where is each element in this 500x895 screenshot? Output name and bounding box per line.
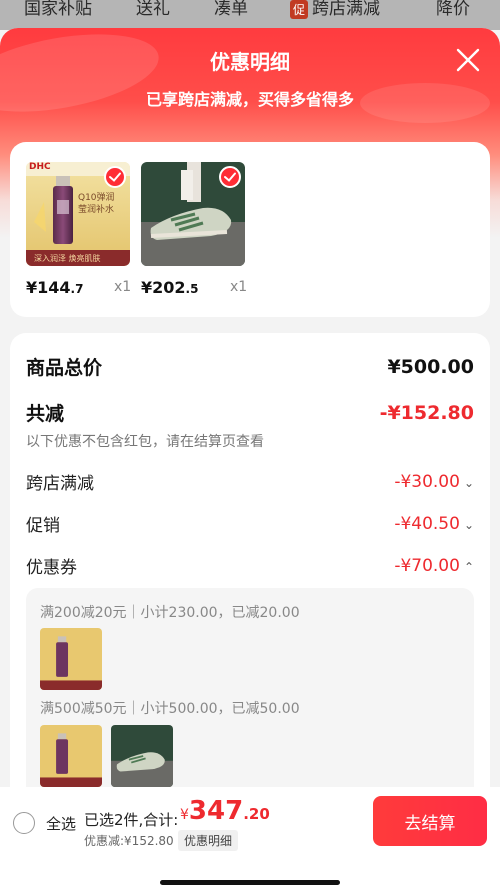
- select-all-label[interactable]: 全选: [46, 813, 76, 834]
- coupon-label: 优惠券: [26, 558, 77, 578]
- checkout-button[interactable]: 去结算: [373, 796, 487, 846]
- total-price-row: 商品总价 ¥500.00: [26, 353, 474, 380]
- coupon-row[interactable]: 优惠券 -¥70.00 ⌃: [26, 553, 474, 579]
- chevron-up-icon: ⌃: [463, 559, 474, 574]
- product-price: ¥144.7: [26, 278, 84, 297]
- skincare-mini-image: [40, 725, 102, 787]
- checked-icon[interactable]: [104, 166, 126, 188]
- category-gifts[interactable]: 送礼: [136, 0, 170, 19]
- pack-label: Q10弹润 莹润补水: [78, 193, 115, 215]
- chevron-down-icon: ⌄: [463, 475, 474, 490]
- pack-band-label: 深入润泽 焕亮肌肤: [34, 254, 101, 263]
- total-reduce-row: 共减 -¥152.80: [26, 399, 474, 426]
- total-amount: ¥347.20: [180, 796, 270, 826]
- discount-detail-sheet: 优惠明细 已享跨店满减，买得多省得多 DHC Q10弹润 莹润补水 深入润泽 焕…: [0, 28, 500, 895]
- category-strip: 国家补贴 送礼 凑单 促跨店满减 降价: [0, 0, 500, 30]
- coupon-rule-1: 满200减20元｜小计230.00，已减20.00: [40, 605, 300, 621]
- product-qty: x1: [114, 279, 132, 295]
- chevron-down-icon: ⌄: [463, 517, 474, 532]
- category-national-subsidy[interactable]: 国家补贴: [24, 0, 92, 19]
- category-make-up-order[interactable]: 凑单: [214, 0, 248, 19]
- promo-badge: 促: [290, 0, 309, 19]
- product-item[interactable]: ¥202.5 x1: [141, 162, 247, 297]
- coupon-value: -¥70.00 ⌃: [394, 555, 474, 576]
- skincare-product-image: DHC Q10弹润 莹润补水 深入润泽 焕亮肌肤: [26, 162, 130, 266]
- brand-label: DHC: [29, 162, 51, 172]
- category-price-drop[interactable]: 降价: [436, 0, 470, 19]
- discount-detail-link[interactable]: 优惠明细: [178, 830, 239, 851]
- total-price-label: 商品总价: [26, 357, 103, 379]
- cross-store-discount-value: -¥30.00 ⌄: [394, 471, 474, 492]
- promotion-row[interactable]: 促销 -¥40.50 ⌄: [26, 511, 474, 537]
- cross-store-discount-row[interactable]: 跨店满减 -¥30.00 ⌄: [26, 469, 474, 495]
- select-all-radio[interactable]: [13, 812, 35, 834]
- category-cross-store-label: 跨店满减: [312, 0, 381, 19]
- product-price: ¥202.5: [141, 278, 199, 297]
- product-item[interactable]: DHC Q10弹润 莹润补水 深入润泽 焕亮肌肤 ¥144.7 x1: [26, 162, 131, 297]
- price-summary-card: 商品总价 ¥500.00 共减 -¥152.80 以下优惠不包含红包，请在结算页…: [10, 333, 490, 853]
- coupon-rule-2: 满500减50元｜小计500.00，已减50.00: [40, 701, 300, 717]
- sneaker-mini-image: [111, 725, 173, 787]
- category-cross-store[interactable]: 促跨店满减: [290, 0, 380, 19]
- total-reduce-value: -¥152.80: [379, 401, 474, 424]
- skincare-mini-image: [40, 628, 102, 690]
- promotion-label: 促销: [26, 516, 60, 536]
- home-indicator[interactable]: [160, 880, 340, 885]
- product-qty: x1: [230, 279, 248, 295]
- cross-store-discount-label: 跨店满减: [26, 474, 94, 494]
- sheet-subtitle: 已享跨店满减，买得多省得多: [145, 90, 354, 109]
- checked-icon[interactable]: [219, 166, 241, 188]
- sheet-title: 优惠明细: [210, 50, 290, 74]
- selected-count: 已选2件,合计:: [84, 811, 179, 829]
- promotion-value: -¥40.50 ⌄: [394, 513, 474, 534]
- total-reduce-label: 共减: [26, 403, 65, 425]
- checkout-bar: 全选 已选2件,合计: ¥347.20 优惠减:¥152.80 优惠明细 去结算: [0, 787, 500, 895]
- reduce-note: 以下优惠不包含红包，请在结算页查看: [26, 434, 264, 450]
- total-price-value: ¥500.00: [387, 355, 474, 378]
- sneaker-product-image: [141, 162, 245, 266]
- close-icon[interactable]: [454, 46, 482, 74]
- discount-summary: 优惠减:¥152.80: [84, 834, 174, 848]
- selected-products-card: DHC Q10弹润 莹润补水 深入润泽 焕亮肌肤 ¥144.7 x1 ¥202.…: [10, 142, 490, 317]
